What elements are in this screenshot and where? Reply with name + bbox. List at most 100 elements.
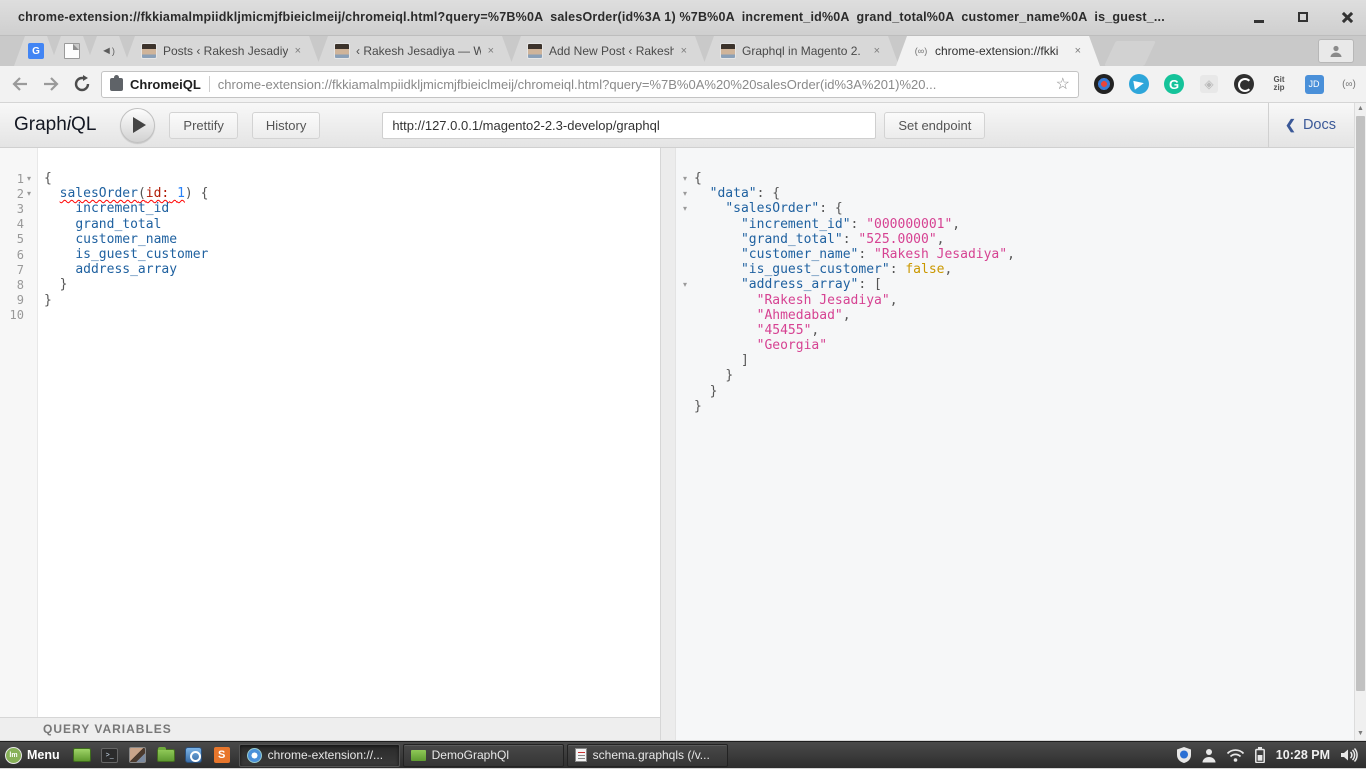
code-token: , xyxy=(811,322,820,338)
fold-arrow-icon[interactable]: ▾ xyxy=(676,171,694,186)
extension-chromeiql-button[interactable]: (∞) xyxy=(1338,73,1360,95)
extension-grammarly-button[interactable]: G xyxy=(1163,73,1185,95)
fold-arrow-icon[interactable]: ▾ xyxy=(676,201,694,216)
tab-wordpress[interactable]: ‹ Rakesh Jesadiya — Wo × xyxy=(317,36,513,66)
extension-gitzip-button[interactable]: Git zip xyxy=(1268,73,1290,95)
photo-app-launcher[interactable] xyxy=(127,745,149,765)
sublime-launcher[interactable]: S xyxy=(211,745,233,765)
gutter-row: 5 xyxy=(0,232,37,247)
tab-close-icon[interactable]: × xyxy=(294,45,302,57)
tab-close-icon[interactable]: × xyxy=(487,45,495,57)
user-applet-button[interactable] xyxy=(1202,748,1216,763)
wifi-icon xyxy=(1226,748,1244,762)
taskbar-window-chrome[interactable]: chrome-extension://... xyxy=(238,743,400,767)
scrollbar-thumb[interactable] xyxy=(1356,116,1365,691)
prettify-button[interactable]: Prettify xyxy=(169,111,238,139)
pane-splitter[interactable] xyxy=(660,148,676,740)
volume-applet-button[interactable] xyxy=(1341,748,1358,762)
code-token: "45455" xyxy=(756,322,812,338)
mint-logo-icon: lm xyxy=(5,746,22,764)
tab-chromeiql-active[interactable]: (∞) chrome-extension://fkki × xyxy=(896,36,1100,66)
minimize-button[interactable] xyxy=(1250,8,1268,26)
endpoint-input[interactable] xyxy=(382,111,877,139)
query-variables-title: QUERY VARIABLES xyxy=(43,722,172,736)
gutter-row: 6 xyxy=(0,247,37,262)
tab-posts[interactable]: Posts ‹ Rakesh Jesadiya × xyxy=(124,36,320,66)
profile-button[interactable] xyxy=(1318,39,1354,63)
scroll-up-icon[interactable]: ▲ xyxy=(1355,103,1366,115)
line-number: 1 xyxy=(16,171,24,186)
tab-add-new-post[interactable]: Add New Post ‹ Rakesh × xyxy=(510,36,706,66)
close-button[interactable] xyxy=(1338,8,1356,26)
code-token: : xyxy=(850,216,867,232)
extension-diamond-button[interactable]: ◈ xyxy=(1198,73,1220,95)
address-bar[interactable]: ChromeiQL chrome-extension://fkkiamalmpi… xyxy=(101,70,1079,98)
execute-query-button[interactable] xyxy=(120,107,156,143)
maximize-button[interactable] xyxy=(1294,8,1312,26)
page-scrollbar[interactable]: ▲ ▼ xyxy=(1354,103,1366,740)
taskbar-window-demographql[interactable]: DemoGraphQl xyxy=(402,743,564,767)
files-launcher[interactable] xyxy=(155,745,177,765)
pinned-tab-translate[interactable]: G xyxy=(14,36,58,66)
code-line: customer_name xyxy=(44,232,208,247)
tab-close-icon[interactable]: × xyxy=(1074,45,1082,57)
colorpicker-icon xyxy=(1094,74,1114,94)
clock[interactable]: 10:28 PM xyxy=(1276,748,1330,762)
menu-label: Menu xyxy=(27,748,60,762)
fold-arrow-icon[interactable]: ▾ xyxy=(676,186,694,201)
docs-link[interactable]: ❮ Docs xyxy=(1268,103,1336,147)
history-button[interactable]: History xyxy=(251,111,321,139)
gutter-row: 2 ▾ xyxy=(0,186,37,201)
new-tab-button[interactable] xyxy=(1104,41,1156,66)
line-number: 4 xyxy=(16,217,24,232)
tab-graphql-magento[interactable]: Graphql in Magento 2. × xyxy=(703,36,899,66)
fold-arrow-icon[interactable]: ▾ xyxy=(676,277,694,292)
docs-label: Docs xyxy=(1302,117,1336,133)
taskbar-window-schema[interactable]: schema.graphqls (/v... xyxy=(566,743,728,767)
pinned-tab-document[interactable] xyxy=(50,36,94,66)
menu-button[interactable]: lm Menu xyxy=(0,742,68,769)
chromeiql-icon: (∞) xyxy=(1342,78,1356,90)
network-applet-button[interactable] xyxy=(1226,748,1244,762)
system-tray: 10:28 PM xyxy=(1176,747,1366,763)
extension-blue-button[interactable]: JD xyxy=(1303,73,1325,95)
fold-arrow-icon xyxy=(676,262,694,277)
window-titlebar: chrome-extension://fkkiamalmpiidkljmicmj… xyxy=(0,0,1366,36)
back-button[interactable] xyxy=(9,73,31,95)
code-token: } xyxy=(44,292,52,308)
fold-arrow-icon[interactable]: ▾ xyxy=(24,174,34,183)
query-variables-bar[interactable]: QUERY VARIABLES xyxy=(0,717,660,740)
tab-close-icon[interactable]: × xyxy=(873,45,881,57)
query-code[interactable]: { salesOrder(id: 1) { increment_id grand… xyxy=(38,148,208,717)
gutter-row: 8 xyxy=(0,277,37,292)
battery-applet-button[interactable] xyxy=(1254,747,1265,763)
code-token: : xyxy=(889,262,906,278)
reload-button[interactable] xyxy=(71,73,93,95)
fold-arrow-icon[interactable]: ▾ xyxy=(24,189,34,198)
tab-close-icon[interactable]: × xyxy=(680,45,688,57)
forward-button[interactable] xyxy=(40,73,62,95)
extension-telegram-button[interactable] xyxy=(1128,73,1150,95)
update-shield-button[interactable] xyxy=(1176,747,1191,763)
extension-colorpicker-button[interactable] xyxy=(1093,73,1115,95)
code-line: } xyxy=(694,384,1015,399)
query-editor[interactable]: 1 ▾ 2 ▾ 3 4 5 6 7 8 9 10 { salesOrder(id: 1) { incr… xyxy=(0,148,660,717)
terminal-launcher[interactable]: >_ xyxy=(99,745,121,765)
show-desktop-button[interactable] xyxy=(71,745,93,765)
bookmark-star-icon[interactable]: ☆ xyxy=(1056,74,1070,94)
code-token: "Ahmedabad" xyxy=(756,307,843,323)
diamond-icon: ◈ xyxy=(1200,75,1218,93)
maximize-icon xyxy=(1298,12,1308,22)
set-endpoint-button[interactable]: Set endpoint xyxy=(884,111,986,139)
code-token: } xyxy=(709,383,718,399)
extension-swirl-button[interactable] xyxy=(1233,73,1255,95)
grammarly-icon: G xyxy=(1164,74,1184,94)
pinned-tab-audio[interactable]: ◄) xyxy=(86,36,130,66)
scroll-down-icon[interactable]: ▼ xyxy=(1355,728,1366,740)
browser-launcher[interactable] xyxy=(183,745,205,765)
